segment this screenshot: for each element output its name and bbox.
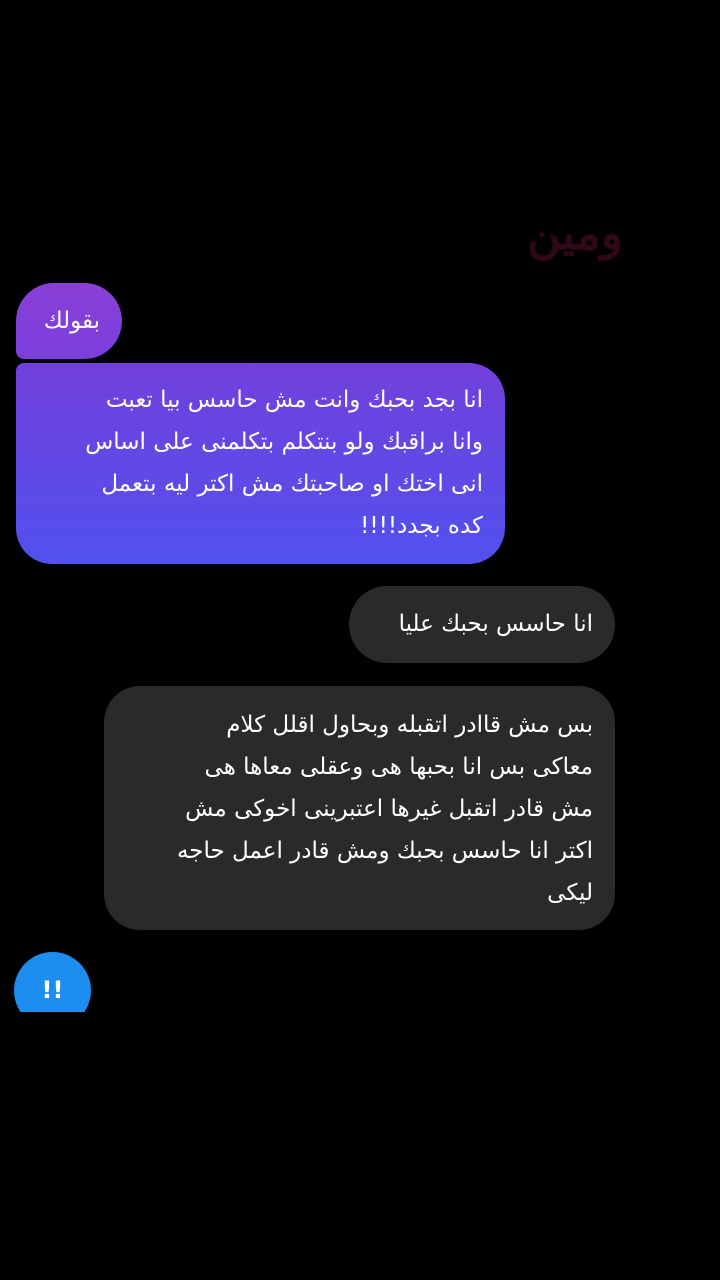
- message-bubble-received[interactable]: انا حاسس بحبك عليا: [349, 586, 615, 663]
- watermark-text: ومين: [527, 206, 623, 260]
- message-bubble-sent[interactable]: بقولك: [16, 283, 122, 359]
- message-bubble-received[interactable]: بس مش قاادر اتقبله وبحاول اقلل كلام معاك…: [104, 686, 615, 930]
- message-bubble-sent[interactable]: انا بجد بحبك وانت مش حاسس بيا تعبت وانا …: [16, 363, 505, 564]
- reaction-cutoff-mask: [0, 1012, 120, 1052]
- chat-view: ومين بقولك انا بجد بحبك وانت مش حاسس بيا…: [0, 0, 720, 1280]
